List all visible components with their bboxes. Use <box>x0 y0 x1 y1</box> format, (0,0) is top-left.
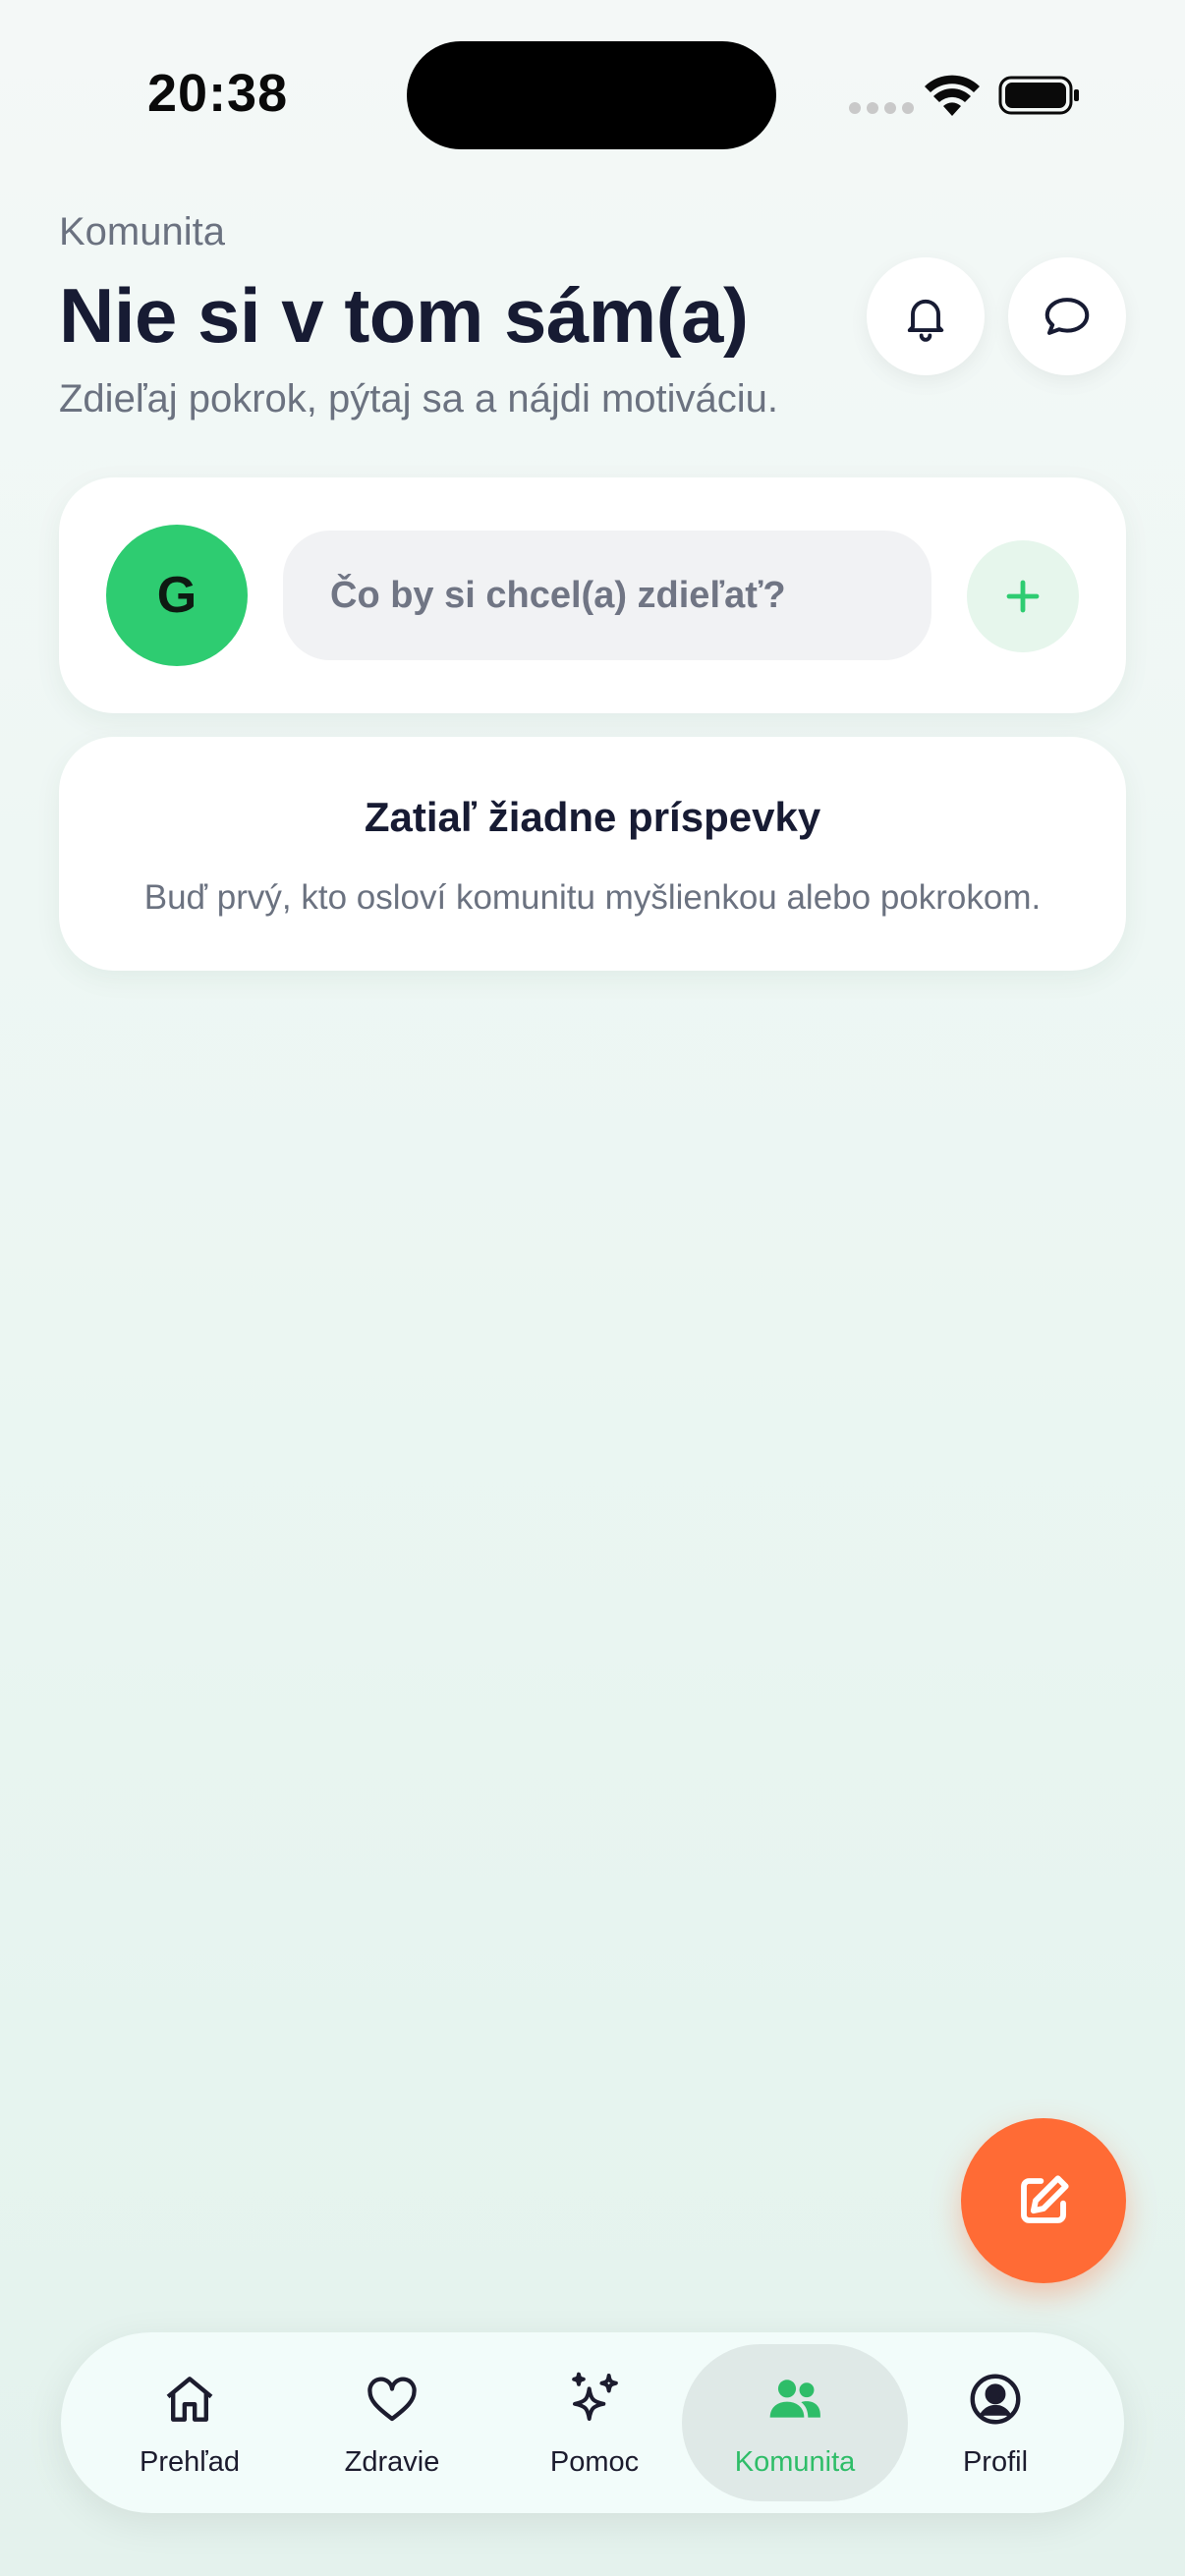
battery-icon <box>998 76 1079 115</box>
new-post-fab[interactable] <box>961 2118 1126 2283</box>
edit-icon <box>1021 2175 1069 2223</box>
tab-pomoc[interactable]: Pomoc <box>481 2344 707 2501</box>
tab-komunita[interactable]: Komunita <box>682 2344 908 2501</box>
page-subtitle: Zdieľaj pokrok, pýtaj sa a nájdi motivác… <box>59 377 779 420</box>
notifications-button[interactable] <box>867 257 985 375</box>
sparkles-icon <box>572 2372 618 2421</box>
bottom-tab-bar: Prehľad Zdravie Pomoc Komunita Profil <box>61 2332 1124 2513</box>
bell-icon <box>907 299 944 342</box>
tab-label: Komunita <box>734 2445 856 2478</box>
empty-state-text: Buď prvý, kto osloví komunitu myšlienkou… <box>143 878 1042 917</box>
dynamic-island <box>407 41 776 149</box>
empty-state-card: Zatiaľ žiadne príspevky Buď prvý, kto os… <box>59 737 1126 971</box>
heart-icon <box>367 2377 417 2421</box>
wifi-icon <box>925 75 980 116</box>
tab-zdravie[interactable]: Zdravie <box>279 2344 505 2501</box>
tab-label: Profil <box>962 2445 1029 2478</box>
post-composer-card: G Čo by si chcel(a) zdieľať? <box>59 477 1126 713</box>
cellular-signal-icon <box>849 102 914 114</box>
people-icon <box>769 2379 820 2418</box>
messages-button[interactable] <box>1008 257 1126 375</box>
post-input[interactable]: Čo by si chcel(a) zdieľať? <box>283 531 931 660</box>
status-time: 20:38 <box>147 64 289 123</box>
status-bar: 20:38 <box>0 0 1185 187</box>
avatar[interactable]: G <box>106 525 248 666</box>
tab-profil[interactable]: Profil <box>882 2344 1108 2501</box>
tab-prehlad[interactable]: Prehľad <box>77 2344 303 2501</box>
plus-icon <box>1006 580 1040 613</box>
tab-label: Prehľad <box>140 2445 240 2478</box>
chat-bubble-icon <box>1044 298 1090 335</box>
add-post-button[interactable] <box>967 540 1079 652</box>
page-kicker: Komunita <box>59 210 225 253</box>
tab-label: Zdravie <box>344 2445 440 2478</box>
empty-state-title: Zatiaľ žiadne príspevky <box>364 794 821 840</box>
user-circle-icon <box>970 2374 1021 2424</box>
page-title: Nie si v tom sám(a) <box>59 272 749 359</box>
tab-label: Pomoc <box>549 2445 640 2478</box>
home-icon <box>166 2376 213 2422</box>
